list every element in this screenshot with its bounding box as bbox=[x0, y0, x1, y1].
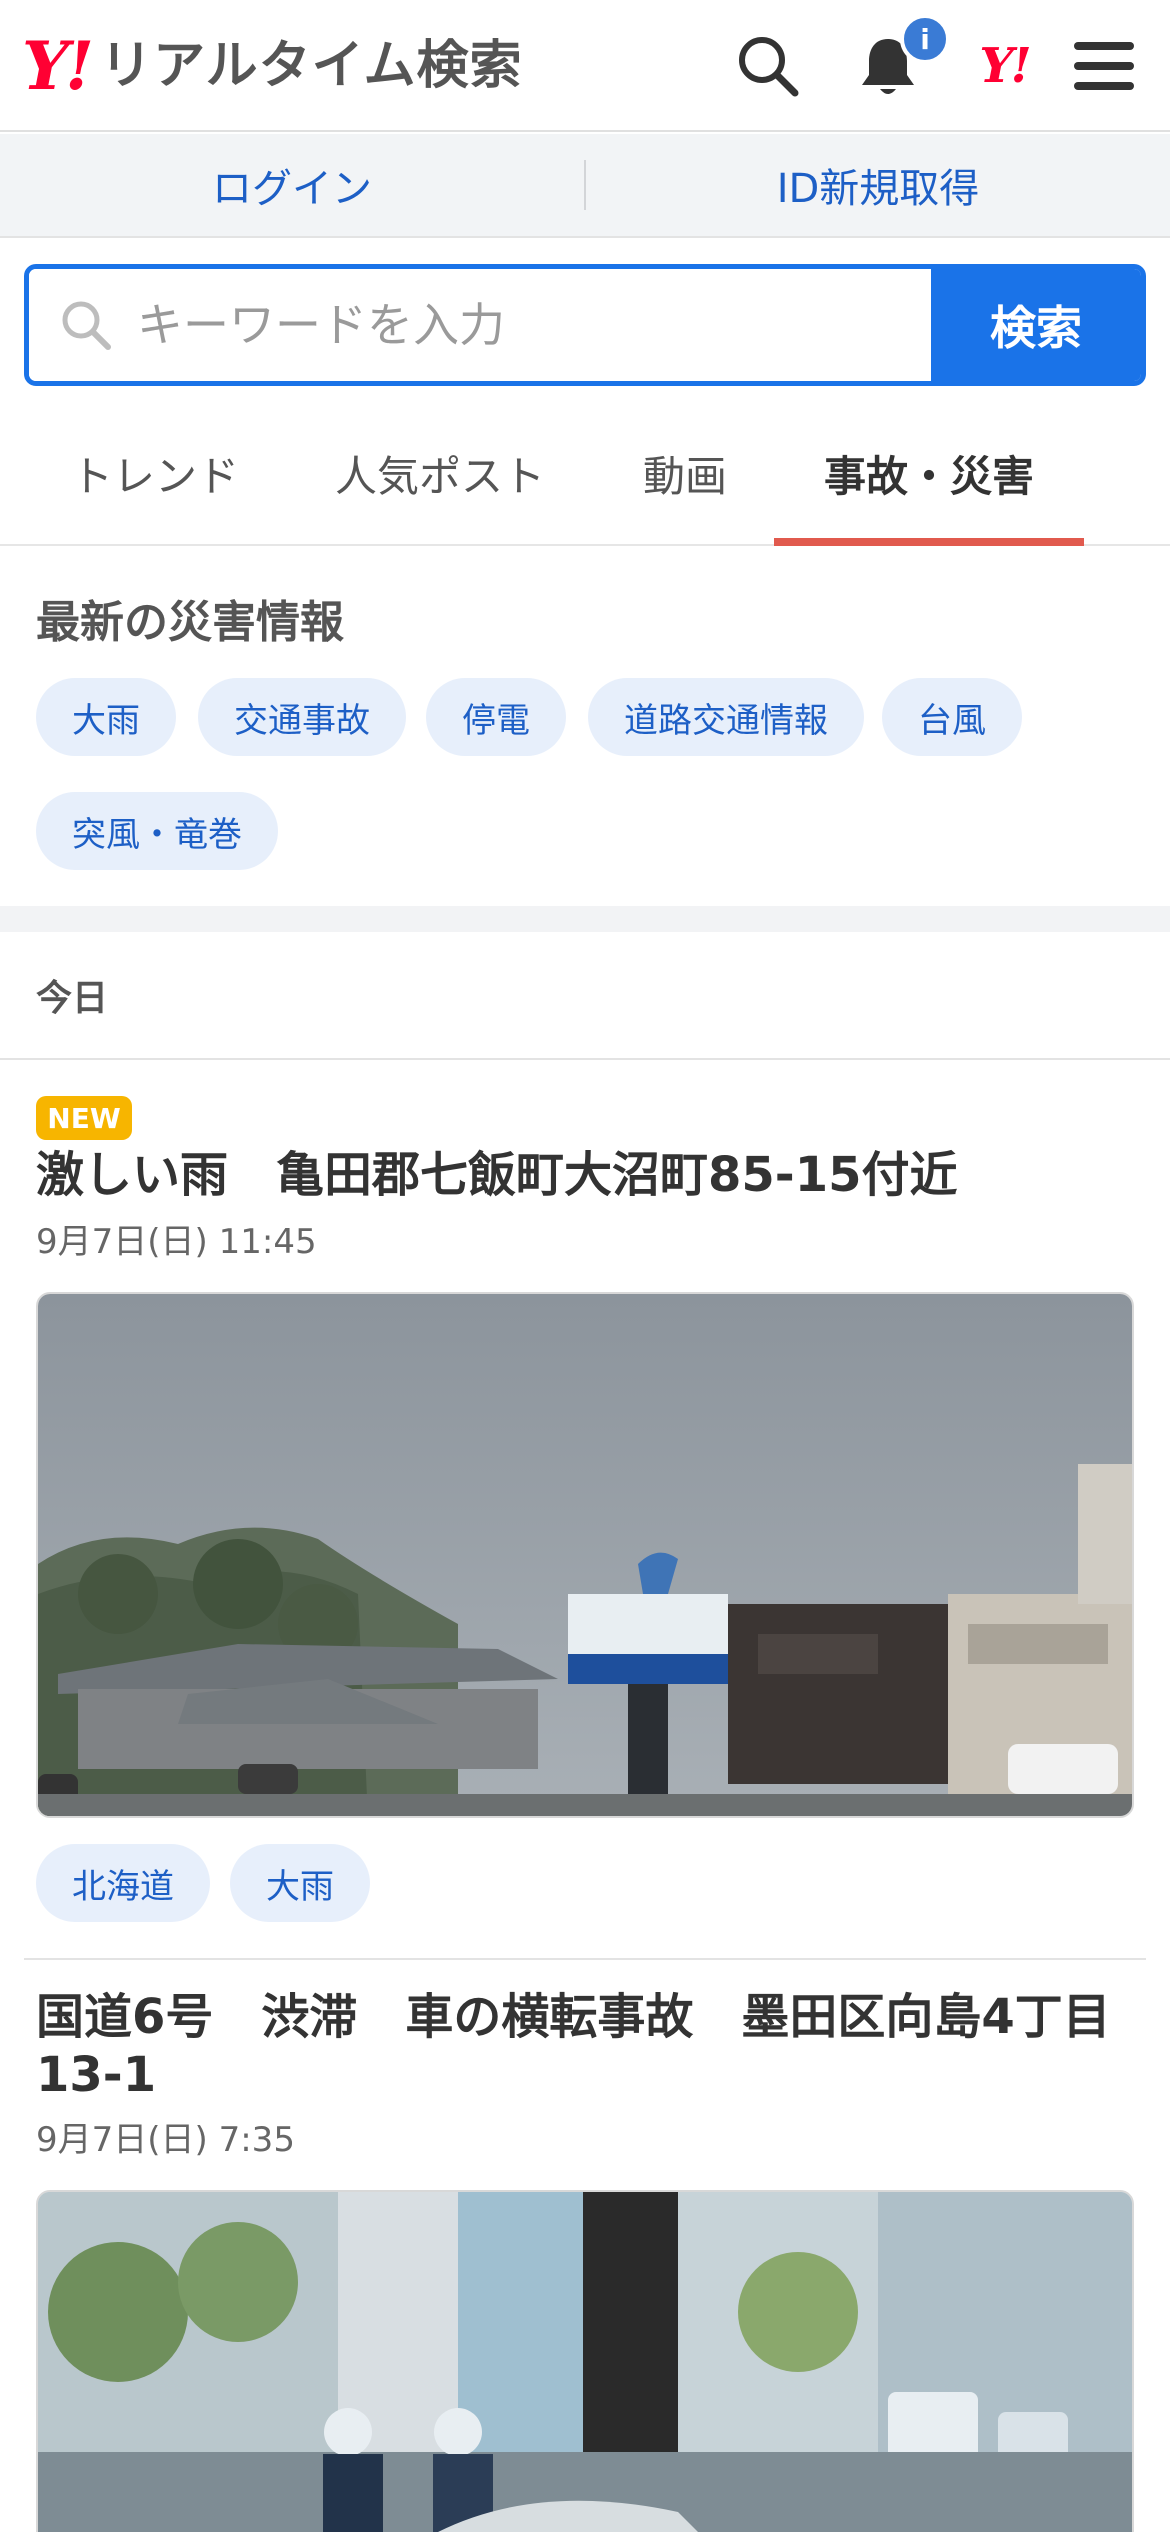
chip-heavy-rain[interactable]: 大雨 bbox=[36, 678, 176, 756]
article-date: 9月7日(日) 7:35 bbox=[36, 2120, 295, 2160]
tab-trend[interactable]: トレンド bbox=[40, 400, 270, 546]
menu-icon[interactable] bbox=[1066, 28, 1142, 104]
article-divider bbox=[24, 1958, 1146, 1960]
rain-scene-image bbox=[38, 1294, 1132, 1816]
chip-typhoon[interactable]: 台風 bbox=[882, 678, 1022, 756]
yahoo-home-icon[interactable]: Y! bbox=[966, 28, 1042, 104]
accident-scene-image bbox=[38, 2192, 1132, 2532]
search-input[interactable] bbox=[137, 298, 897, 352]
search-icon-graphic bbox=[739, 37, 799, 97]
search-box: 検索 bbox=[24, 264, 1146, 386]
tag-hokkaido[interactable]: 北海道 bbox=[36, 1844, 210, 1922]
chip-road-traffic[interactable]: 道路交通情報 bbox=[588, 678, 864, 756]
article-date: 9月7日(日) 11:45 bbox=[36, 1222, 317, 1262]
search-input-wrapper[interactable] bbox=[29, 269, 931, 381]
chip-traffic-accident[interactable]: 交通事故 bbox=[198, 678, 406, 756]
tab-accidents-disasters[interactable]: 事故・災害 bbox=[774, 400, 1084, 546]
notification-badge[interactable]: i bbox=[900, 14, 950, 64]
chip-power-outage[interactable]: 停電 bbox=[426, 678, 566, 756]
login-link[interactable]: ログイン bbox=[0, 134, 584, 236]
section-gap bbox=[0, 906, 1170, 932]
article-title[interactable]: 国道6号 渋滞 車の横転事故 墨田区向島4丁目13-1 bbox=[36, 1988, 1136, 2104]
tab-popular-posts[interactable]: 人気ポスト bbox=[320, 400, 560, 546]
login-bar: ログイン ID新規取得 bbox=[0, 134, 1170, 238]
disaster-info-section: 最新の災害情報 大雨 交通事故 停電 道路交通情報 台風 突風・竜巻 bbox=[0, 548, 1170, 906]
yahoo-realtime-logo[interactable]: Y! リアルタイム検索 bbox=[22, 28, 523, 104]
search-icon[interactable] bbox=[730, 28, 806, 104]
search-field-icon bbox=[62, 301, 111, 350]
article-title[interactable]: 激しい雨 亀田郡七飯町大沼町85-15付近 bbox=[36, 1146, 1136, 1204]
chip-gust-tornado[interactable]: 突風・竜巻 bbox=[36, 792, 278, 870]
category-tabs: トレンド 人気ポスト 動画 事故・災害 bbox=[0, 400, 1170, 546]
date-group-heading: 今日 bbox=[0, 932, 1170, 1060]
logo-text: リアルタイム検索 bbox=[100, 36, 523, 96]
menu-icon-graphic bbox=[1074, 42, 1134, 90]
register-link[interactable]: ID新規取得 bbox=[586, 134, 1170, 236]
logo-mark: Y! bbox=[22, 27, 94, 105]
article-photo-accident[interactable] bbox=[36, 2190, 1134, 2532]
tag-heavy-rain[interactable]: 大雨 bbox=[230, 1844, 370, 1922]
section-title: 最新の災害情報 bbox=[36, 597, 344, 648]
new-badge: NEW bbox=[36, 1096, 132, 1140]
search-button[interactable]: 検索 bbox=[931, 269, 1141, 381]
tab-videos[interactable]: 動画 bbox=[600, 400, 770, 546]
article-photo-rain[interactable] bbox=[36, 1292, 1134, 1818]
app-header: Y! リアルタイム検索 i Y! bbox=[0, 0, 1170, 132]
